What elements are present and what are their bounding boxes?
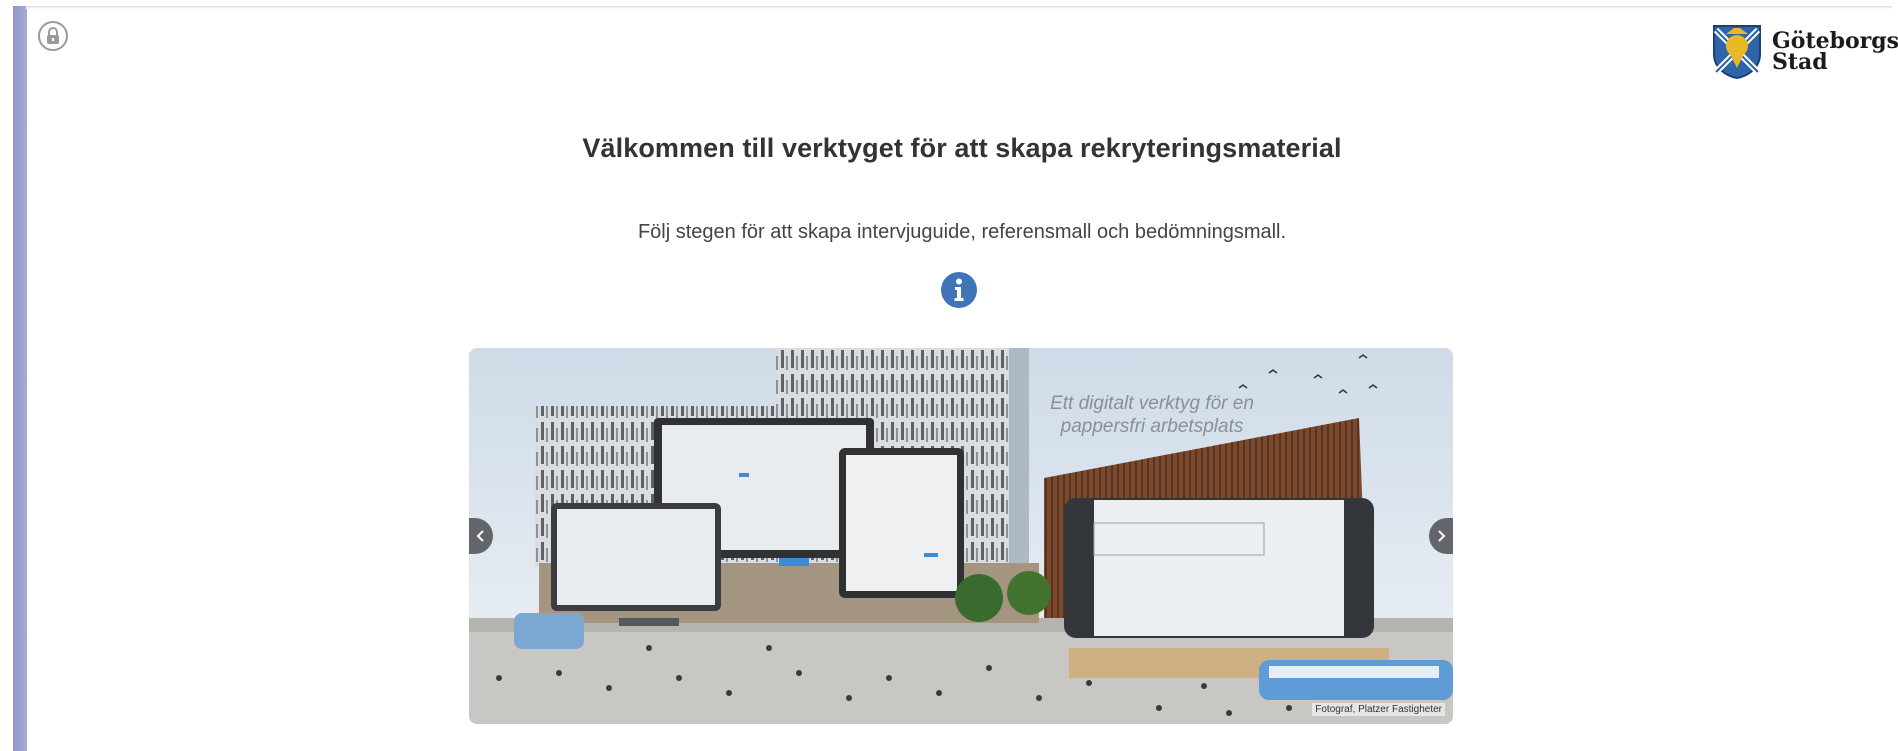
lock-icon — [47, 27, 59, 44]
info-button[interactable] — [941, 272, 977, 308]
chevron-right-icon — [1438, 530, 1446, 542]
info-icon — [954, 278, 964, 301]
goteborgs-stad-logo[interactable]: Göteborgs Stad — [1712, 24, 1898, 79]
page-title: Välkommen till verktyget för att skapa r… — [582, 133, 1342, 163]
logo-text: Göteborgs Stad — [1772, 30, 1898, 75]
photo-credit: Fotograf, Platzer Fastigheter — [1312, 703, 1445, 716]
left-rail — [0, 0, 27, 751]
top-edge — [26, 6, 1892, 9]
chevron-left-icon — [476, 530, 484, 542]
image-carousel[interactable]: Ett digitalt verktyg för en pappersfri a… — [469, 348, 1453, 724]
lock-button[interactable] — [38, 21, 68, 51]
page-subtitle: Följ stegen för att skapa intervjuguide,… — [637, 221, 1287, 243]
crest-icon — [1713, 25, 1761, 79]
left-accent-bar — [13, 6, 27, 751]
logo-text-line2: Stad — [1772, 49, 1828, 75]
carousel-caption: Ett digitalt verktyg för en pappersfri a… — [1050, 393, 1254, 437]
carousel-slide-image — [469, 348, 1453, 724]
